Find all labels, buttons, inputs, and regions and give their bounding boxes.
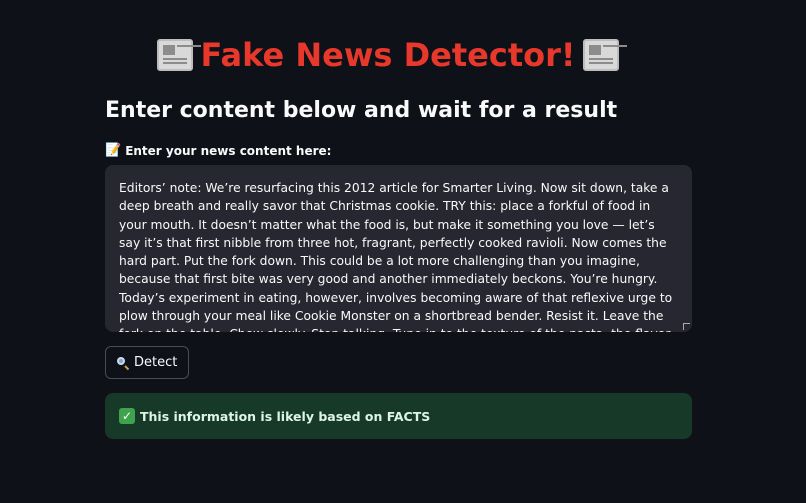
newspaper-icon bbox=[583, 39, 620, 71]
app-root: Fake News Detector! Enter content below … bbox=[0, 0, 806, 503]
magnifying-glass-icon bbox=[117, 356, 129, 369]
title-row: Fake News Detector! bbox=[0, 36, 776, 74]
result-text: This information is likely based on FACT… bbox=[140, 408, 431, 424]
news-content-label: 📝 Enter your news content here: bbox=[105, 143, 331, 158]
newspaper-icon bbox=[156, 39, 193, 71]
resize-handle[interactable] bbox=[683, 323, 690, 330]
check-mark-icon: ✓ bbox=[119, 408, 135, 424]
subheader: Enter content below and wait for a resul… bbox=[105, 98, 618, 123]
news-content-text[interactable]: Editors’ note: We’re resurfacing this 20… bbox=[105, 165, 692, 332]
news-content-label-text: Enter your news content here: bbox=[125, 143, 332, 158]
detect-button[interactable]: Detect bbox=[105, 346, 190, 379]
result-alert: ✓ This information is likely based on FA… bbox=[105, 393, 692, 439]
news-content-textarea[interactable]: Editors’ note: We’re resurfacing this 20… bbox=[105, 165, 692, 332]
detect-button-label: Detect bbox=[134, 355, 178, 370]
memo-icon: 📝 bbox=[105, 143, 122, 158]
page-title: Fake News Detector! bbox=[200, 36, 576, 74]
